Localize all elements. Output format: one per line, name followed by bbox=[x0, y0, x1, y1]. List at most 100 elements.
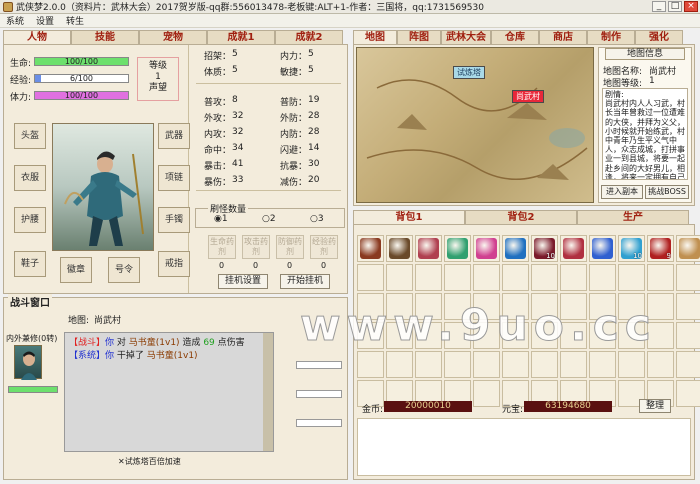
tab-formation[interactable]: 阵图 bbox=[397, 30, 441, 44]
bag-slot[interactable] bbox=[676, 380, 700, 407]
equip-helmet[interactable]: 头盔 bbox=[14, 123, 46, 149]
item-icon[interactable] bbox=[476, 238, 497, 259]
bag-slot[interactable] bbox=[473, 322, 500, 349]
bag-slot[interactable]: 10 bbox=[531, 235, 558, 262]
item-icon[interactable] bbox=[563, 238, 584, 259]
tab-shop[interactable]: 商店 bbox=[539, 30, 587, 44]
bag-slot[interactable]: 10 bbox=[618, 235, 645, 262]
tab-bag1[interactable]: 背包1 bbox=[353, 210, 465, 224]
bag-slot[interactable] bbox=[560, 235, 587, 262]
bag-slot[interactable] bbox=[444, 264, 471, 291]
bag-slot[interactable] bbox=[473, 351, 500, 378]
bag-slot[interactable] bbox=[502, 264, 529, 291]
bag-slot[interactable] bbox=[531, 293, 558, 320]
tab-enhance[interactable]: 强化 bbox=[635, 30, 683, 44]
bag-slot[interactable] bbox=[473, 235, 500, 262]
bag-slot[interactable] bbox=[444, 293, 471, 320]
equip-bracelet[interactable]: 手镯 bbox=[158, 207, 190, 233]
bag-slot[interactable] bbox=[589, 235, 616, 262]
equip-boots[interactable]: 鞋子 bbox=[14, 251, 46, 277]
item-icon[interactable] bbox=[360, 238, 381, 259]
tab-map[interactable]: 地图 bbox=[353, 30, 397, 44]
bag-slot[interactable] bbox=[560, 322, 587, 349]
bag-slot[interactable] bbox=[560, 293, 587, 320]
defense-potion-button[interactable]: 防御药剂 bbox=[276, 235, 304, 259]
hp-potion-button[interactable]: 生命药剂 bbox=[208, 235, 236, 259]
bag-slot[interactable] bbox=[357, 322, 384, 349]
bag-slot[interactable] bbox=[676, 293, 700, 320]
tab-character[interactable]: 人物 bbox=[3, 30, 71, 44]
tab-bag2[interactable]: 背包2 bbox=[465, 210, 577, 224]
bag-slot[interactable] bbox=[560, 264, 587, 291]
spawn-option-1[interactable]: ◉1 bbox=[214, 214, 228, 224]
bag-slot[interactable] bbox=[415, 322, 442, 349]
item-icon[interactable]: 10 bbox=[621, 238, 642, 260]
item-icon[interactable] bbox=[505, 238, 526, 259]
bag-slot[interactable] bbox=[589, 264, 616, 291]
bag-slot[interactable] bbox=[357, 293, 384, 320]
bag-slot[interactable] bbox=[444, 235, 471, 262]
bag-slot[interactable] bbox=[647, 264, 674, 291]
bag-slot[interactable] bbox=[386, 293, 413, 320]
bag-slot[interactable] bbox=[386, 264, 413, 291]
bag-slot[interactable] bbox=[357, 264, 384, 291]
bag-slot[interactable] bbox=[618, 293, 645, 320]
minimize-button[interactable]: _ bbox=[652, 1, 666, 12]
menu-settings[interactable]: 设置 bbox=[36, 14, 54, 27]
close-button[interactable]: × bbox=[684, 1, 698, 12]
spawn-option-2[interactable]: ○2 bbox=[262, 214, 276, 224]
item-icon[interactable]: 10 bbox=[534, 238, 555, 260]
sort-button[interactable]: 整理 bbox=[639, 399, 671, 413]
bag-slot[interactable] bbox=[560, 351, 587, 378]
hang-settings-button[interactable]: 挂机设置 bbox=[218, 274, 268, 289]
attack-potion-button[interactable]: 攻击药剂 bbox=[242, 235, 270, 259]
tab-martial-conference[interactable]: 武林大会 bbox=[441, 30, 491, 44]
tab-skills[interactable]: 技能 bbox=[71, 30, 139, 44]
item-icon[interactable] bbox=[679, 238, 700, 259]
bag-slot[interactable] bbox=[473, 264, 500, 291]
item-icon[interactable] bbox=[418, 238, 439, 259]
bag-slot[interactable] bbox=[647, 293, 674, 320]
bag-slot[interactable] bbox=[676, 264, 700, 291]
bag-slot[interactable] bbox=[386, 235, 413, 262]
enter-dungeon-button[interactable]: 进入副本 bbox=[601, 185, 643, 199]
bag-slot[interactable] bbox=[502, 351, 529, 378]
bag-slot[interactable] bbox=[415, 293, 442, 320]
tab-production[interactable]: 生产 bbox=[577, 210, 689, 224]
log-scrollbar[interactable] bbox=[263, 333, 273, 451]
challenge-boss-button[interactable]: 挑战BOSS bbox=[645, 185, 689, 199]
bag-slot[interactable] bbox=[415, 264, 442, 291]
bag-slot[interactable] bbox=[618, 351, 645, 378]
bag-slot[interactable] bbox=[386, 351, 413, 378]
bag-slot[interactable] bbox=[589, 351, 616, 378]
map-tag-trial-tower[interactable]: 试炼塔 bbox=[453, 66, 485, 79]
bag-slot[interactable] bbox=[357, 235, 384, 262]
bag-slot[interactable] bbox=[444, 322, 471, 349]
bag-slot[interactable] bbox=[444, 351, 471, 378]
bag-slot[interactable] bbox=[386, 322, 413, 349]
exp-potion-button[interactable]: 经验药剂 bbox=[310, 235, 338, 259]
bag-slot[interactable]: 9 bbox=[647, 235, 674, 262]
equip-badge[interactable]: 徽章 bbox=[60, 257, 92, 283]
spawn-option-3[interactable]: ○3 bbox=[310, 214, 324, 224]
item-icon[interactable] bbox=[447, 238, 468, 259]
tab-crafting[interactable]: 制作 bbox=[587, 30, 635, 44]
equip-weapon[interactable]: 武器 bbox=[158, 123, 190, 149]
equip-ring[interactable]: 戒指 bbox=[158, 251, 190, 277]
equip-token[interactable]: 号令 bbox=[108, 257, 140, 283]
bag-slot[interactable] bbox=[531, 264, 558, 291]
bag-slot[interactable] bbox=[647, 351, 674, 378]
bag-slot[interactable] bbox=[473, 293, 500, 320]
bag-slot[interactable] bbox=[502, 293, 529, 320]
equip-belt[interactable]: 护腰 bbox=[14, 207, 46, 233]
bag-slot[interactable] bbox=[647, 322, 674, 349]
bag-slot[interactable] bbox=[502, 235, 529, 262]
bag-slot[interactable] bbox=[415, 351, 442, 378]
bag-slot[interactable] bbox=[357, 351, 384, 378]
bag-slot[interactable] bbox=[676, 235, 700, 262]
world-map[interactable]: 试炼塔 尚武村 bbox=[356, 47, 594, 203]
item-icon[interactable]: 9 bbox=[650, 238, 671, 260]
tab-achievements1[interactable]: 成就1 bbox=[207, 30, 275, 44]
bag-slot[interactable] bbox=[676, 351, 700, 378]
map-tag-shangwu-village[interactable]: 尚武村 bbox=[512, 90, 544, 103]
